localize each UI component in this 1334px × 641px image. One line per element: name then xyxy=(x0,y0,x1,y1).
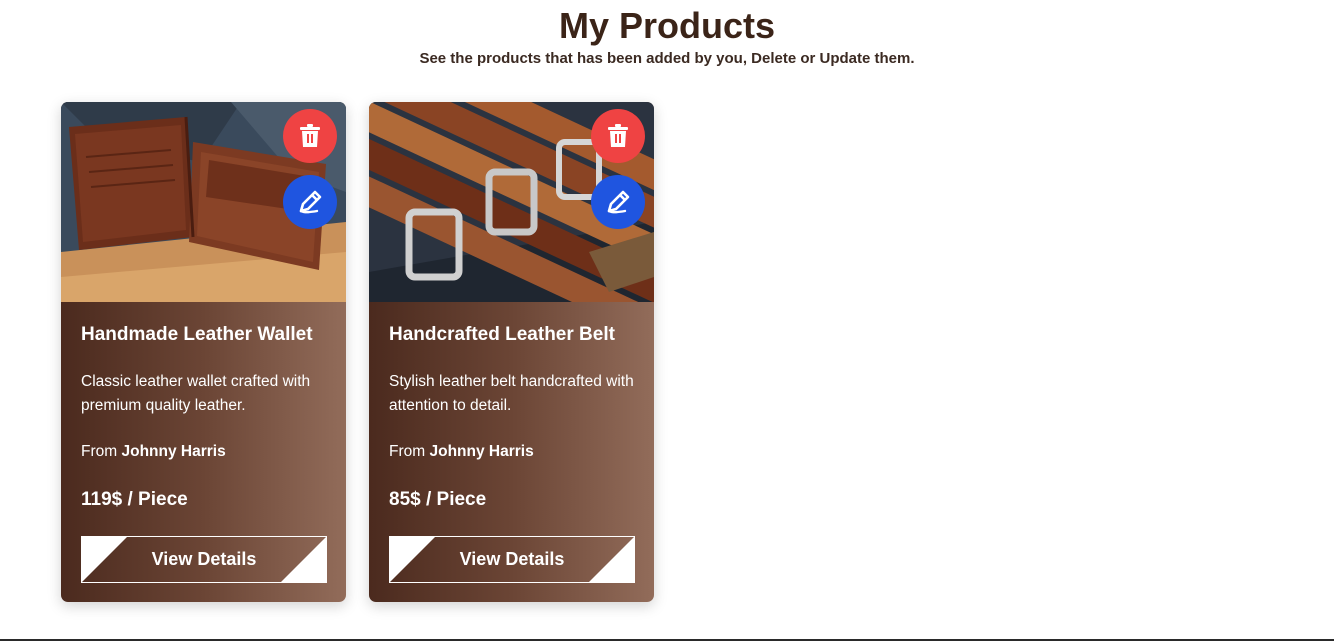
product-title: Handmade Leather Wallet xyxy=(81,324,313,345)
pencil-icon xyxy=(299,190,322,214)
product-title: Handcrafted Leather Belt xyxy=(389,324,615,345)
delete-button[interactable] xyxy=(283,109,337,163)
product-seller: From Johnny Harris xyxy=(81,443,331,461)
view-details-label: View Details xyxy=(151,549,257,569)
product-price: 119$ / Piece xyxy=(81,489,188,510)
product-card: Handcrafted Leather Belt Stylish leather… xyxy=(369,102,654,602)
edit-button[interactable] xyxy=(591,175,645,229)
button-corner-decoration xyxy=(281,537,326,582)
pencil-icon xyxy=(607,190,630,214)
button-corner-decoration xyxy=(82,537,127,582)
seller-name: Johnny Harris xyxy=(121,443,226,460)
seller-prefix: From xyxy=(389,443,426,460)
delete-button[interactable] xyxy=(591,109,645,163)
button-corner-decoration xyxy=(589,537,634,582)
trash-icon xyxy=(300,124,320,147)
view-details-button[interactable]: View Details xyxy=(81,536,327,583)
trash-icon xyxy=(608,124,628,147)
button-corner-decoration xyxy=(390,537,435,582)
page-title: My Products xyxy=(558,5,776,46)
product-card: Handmade Leather Wallet Classic leather … xyxy=(61,102,346,602)
view-details-button[interactable]: View Details xyxy=(389,536,635,583)
seller-name: Johnny Harris xyxy=(429,443,534,460)
view-details-label: View Details xyxy=(459,549,565,569)
seller-prefix: From xyxy=(81,443,118,460)
edit-button[interactable] xyxy=(283,175,337,229)
product-seller: From Johnny Harris xyxy=(389,443,639,461)
product-description: Classic leather wallet crafted with prem… xyxy=(81,373,311,414)
product-price: 85$ / Piece xyxy=(389,489,487,510)
page-subtitle: See the products that has been added by … xyxy=(419,50,915,67)
product-description: Stylish leather belt handcrafted with at… xyxy=(389,373,634,414)
